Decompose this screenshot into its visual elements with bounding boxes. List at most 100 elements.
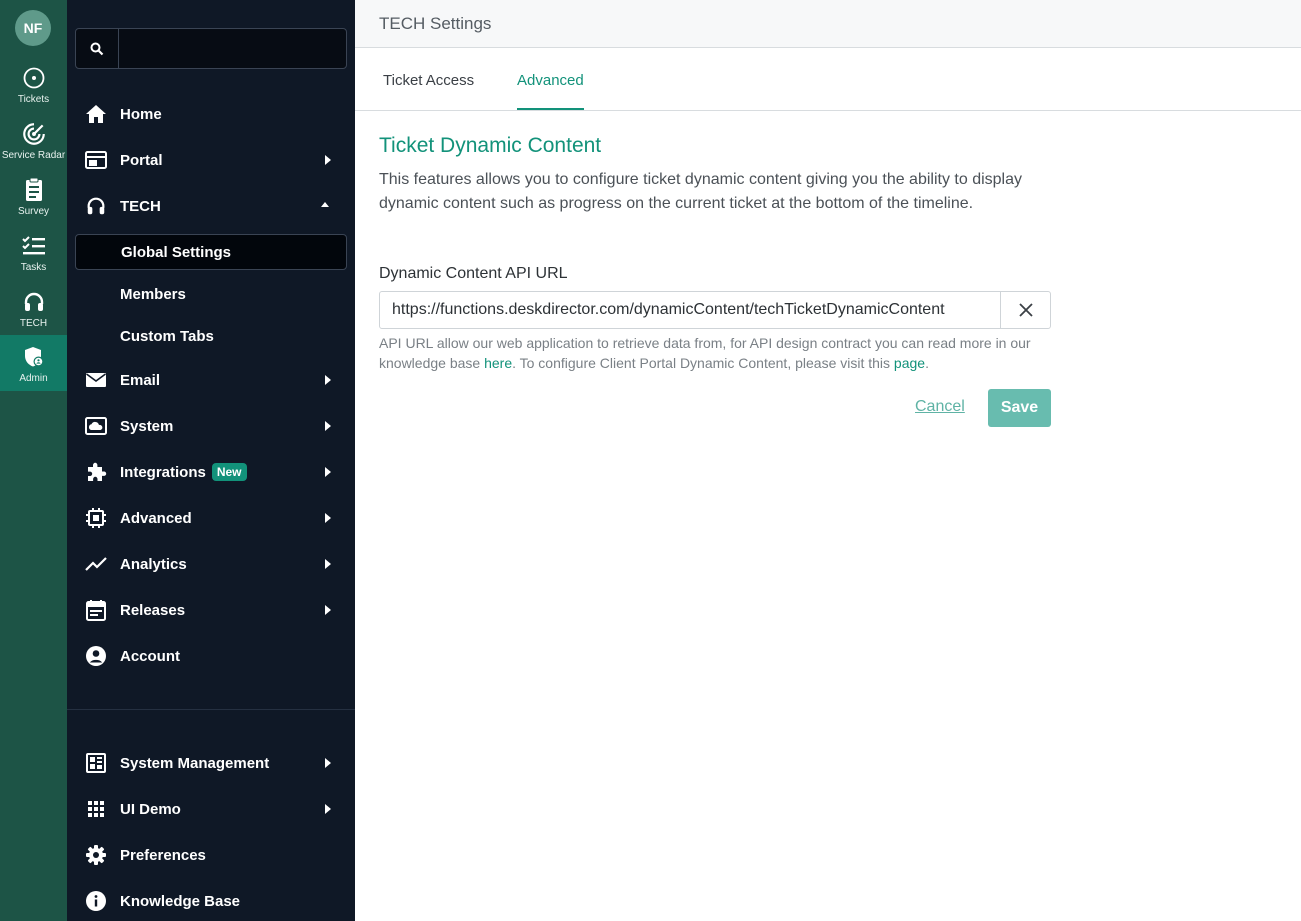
help-text-part: . To configure Client Portal Dynamic Con… — [512, 355, 894, 371]
nav-label: Preferences — [120, 846, 206, 864]
section-description: This features allows you to configure ti… — [379, 171, 1022, 212]
nav-item-system-management[interactable]: System Management — [75, 745, 347, 781]
nav-item-tech[interactable]: TECH — [75, 188, 347, 224]
user-avatar[interactable]: NF — [15, 10, 51, 46]
api-url-input[interactable] — [380, 292, 1000, 328]
tab-ticket-access[interactable]: Ticket Access — [383, 72, 474, 110]
chevron-right-icon — [325, 804, 331, 814]
rail-item-tech[interactable]: TECH — [0, 284, 67, 340]
nav-item-email[interactable]: Email — [75, 362, 347, 398]
rail-item-tickets[interactable]: Tickets — [0, 60, 67, 116]
nav-label: Members — [120, 285, 186, 303]
search-icon[interactable] — [76, 29, 119, 68]
chevron-right-icon — [325, 155, 331, 165]
chevron-right-icon — [325, 375, 331, 385]
nav-label: Knowledge Base — [120, 892, 241, 910]
cancel-button[interactable]: Cancel — [915, 398, 965, 416]
tasks-icon — [21, 233, 47, 259]
client-portal-page-link[interactable]: page — [894, 355, 925, 371]
chevron-right-icon — [325, 559, 331, 569]
chevron-right-icon — [325, 467, 331, 477]
close-icon — [1018, 303, 1033, 317]
email-icon — [84, 368, 108, 392]
rail-label: Tasks — [20, 262, 47, 273]
nav-label: Portal — [120, 151, 163, 169]
nav-item-home[interactable]: Home — [75, 96, 347, 132]
rail-label: Admin — [19, 373, 48, 384]
survey-icon — [21, 177, 47, 203]
nav-item-knowledge-base[interactable]: Knowledge Base — [75, 883, 347, 919]
home-icon — [84, 102, 108, 126]
nav-item-system[interactable]: System — [75, 408, 347, 444]
rail-label: Survey — [17, 206, 50, 217]
puzzle-icon — [84, 460, 108, 484]
trend-line-icon — [84, 552, 108, 576]
search-input[interactable] — [120, 29, 346, 68]
nav-label: TECH — [120, 197, 161, 215]
nav-label: Custom Tabs — [120, 327, 214, 345]
sidebar-divider — [67, 709, 355, 710]
info-icon — [84, 889, 108, 913]
rail-item-survey[interactable]: Survey — [0, 172, 67, 228]
nav-item-ui-demo[interactable]: UI Demo — [75, 791, 347, 827]
clear-button[interactable] — [1000, 292, 1050, 328]
chevron-right-icon — [325, 605, 331, 615]
tab-bar: Ticket Access Advanced — [355, 48, 1301, 111]
sidebar: Home Portal TECH Global Settings Members… — [67, 0, 355, 921]
new-badge: New — [211, 463, 247, 481]
section-title: Ticket Dynamic Content — [379, 134, 602, 157]
nav-label: Email — [120, 371, 161, 389]
nav-label: Global Settings — [121, 243, 232, 261]
rail-label: Service Radar — [1, 150, 66, 161]
chevron-up-icon — [321, 202, 329, 207]
tickets-icon — [21, 65, 47, 91]
rail-label: Tickets — [17, 94, 50, 105]
nav-item-preferences[interactable]: Preferences — [75, 837, 347, 873]
admin-shield-icon — [21, 344, 47, 370]
help-text: API URL allow our web application to ret… — [379, 333, 1059, 373]
chevron-right-icon — [325, 421, 331, 431]
account-icon — [84, 644, 108, 668]
api-url-field — [379, 291, 1051, 329]
nav-item-analytics[interactable]: Analytics — [75, 546, 347, 582]
calendar-icon — [84, 598, 108, 622]
nav-item-releases[interactable]: Releases — [75, 592, 347, 628]
rail-item-admin[interactable]: Admin — [0, 335, 67, 391]
headset-icon — [21, 289, 47, 315]
search-box — [75, 28, 347, 69]
rail-label: TECH — [19, 318, 48, 329]
nav-label: System Management — [120, 754, 270, 772]
save-button[interactable]: Save — [988, 389, 1051, 427]
system-cloud-icon — [84, 414, 108, 438]
knowledge-base-link[interactable]: here — [484, 355, 512, 371]
nav-label: UI Demo — [120, 800, 181, 818]
dashboard-icon — [84, 751, 108, 775]
nav-item-integrations[interactable]: Integrations New — [75, 454, 347, 490]
help-text-part: . — [925, 355, 929, 371]
rail-item-service-radar[interactable]: Service Radar — [0, 116, 67, 172]
grid-icon — [84, 797, 108, 821]
nav-sub-members[interactable]: Members — [75, 276, 347, 312]
rail-item-tasks[interactable]: Tasks — [0, 228, 67, 284]
nav-label: Account — [120, 647, 180, 665]
chip-icon — [84, 506, 108, 530]
nav-item-portal[interactable]: Portal — [75, 142, 347, 178]
gear-icon — [84, 843, 108, 867]
portal-icon — [84, 148, 108, 172]
nav-sub-global-settings[interactable]: Global Settings — [75, 234, 347, 270]
chevron-right-icon — [325, 513, 331, 523]
chevron-right-icon — [325, 758, 331, 768]
page-header: TECH Settings — [355, 0, 1301, 48]
radar-icon — [21, 121, 47, 147]
nav-item-account[interactable]: Account — [75, 638, 347, 674]
nav-label: Integrations — [120, 463, 206, 481]
nav-item-advanced[interactable]: Advanced — [75, 500, 347, 536]
nav-label: Releases — [120, 601, 186, 619]
nav-sub-custom-tabs[interactable]: Custom Tabs — [75, 318, 347, 354]
nav-label: Home — [120, 105, 162, 123]
field-label: Dynamic Content API URL — [379, 265, 568, 282]
headset-icon — [84, 194, 108, 218]
nav-label: Analytics — [120, 555, 187, 573]
settings-section: Ticket Dynamic Content This features all… — [379, 134, 1059, 427]
tab-advanced[interactable]: Advanced — [517, 72, 584, 110]
